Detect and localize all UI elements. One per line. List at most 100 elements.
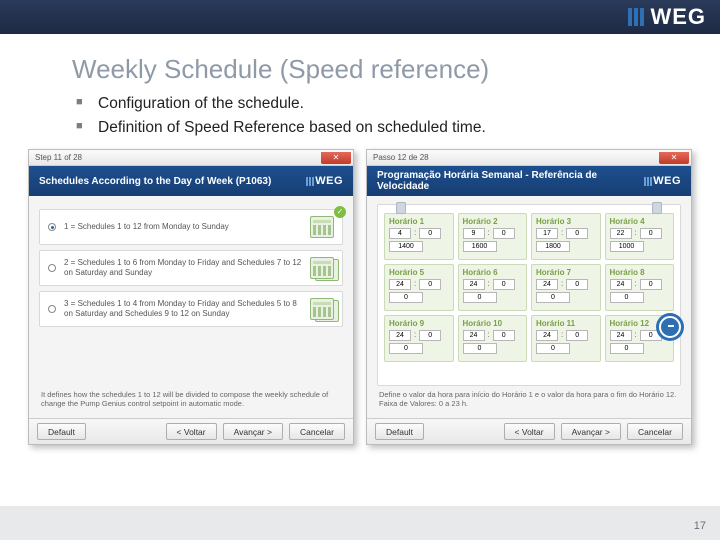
minute-input[interactable] bbox=[493, 279, 515, 290]
hour-input[interactable] bbox=[536, 279, 558, 290]
back-button[interactable]: < Voltar bbox=[166, 423, 217, 440]
minute-input[interactable] bbox=[419, 279, 441, 290]
reference-input[interactable] bbox=[463, 292, 497, 303]
minute-input[interactable] bbox=[419, 330, 441, 341]
colon: : bbox=[560, 279, 564, 290]
colon: : bbox=[634, 279, 638, 290]
slot-header: Horário 1 bbox=[389, 217, 449, 226]
colon: : bbox=[634, 228, 638, 239]
reference-input[interactable] bbox=[610, 292, 644, 303]
reference-input[interactable] bbox=[610, 241, 644, 252]
slot-header: Horário 6 bbox=[463, 268, 523, 277]
reference-input[interactable] bbox=[536, 241, 570, 252]
colon: : bbox=[413, 330, 417, 341]
wizard-window-left: Step 11 of 28 ✕ Schedules According to t… bbox=[28, 149, 354, 445]
slot-header: Horário 11 bbox=[536, 319, 596, 328]
hint-text: Define o valor da hora para início do Ho… bbox=[377, 386, 681, 410]
reference-input[interactable] bbox=[389, 343, 423, 354]
calendar-icon bbox=[310, 216, 334, 238]
close-icon[interactable]: ✕ bbox=[321, 152, 351, 164]
reference-input[interactable] bbox=[463, 241, 497, 252]
reference-input[interactable] bbox=[389, 241, 423, 252]
time-slot: Horário 3: bbox=[531, 213, 601, 260]
hour-input[interactable] bbox=[389, 279, 411, 290]
colon: : bbox=[487, 330, 491, 341]
radio-icon[interactable] bbox=[48, 264, 56, 272]
ribbon: Programação Horária Semanal - Referência… bbox=[367, 166, 691, 196]
wizard-window-right: Passo 12 de 28 ✕ Programação Horária Sem… bbox=[366, 149, 692, 445]
time-slot: Horário 7: bbox=[531, 264, 601, 311]
schedule-option[interactable]: 2 = Schedules 1 to 6 from Monday to Frid… bbox=[39, 250, 343, 286]
minute-input[interactable] bbox=[640, 228, 662, 239]
check-icon: ✓ bbox=[334, 206, 346, 218]
next-button[interactable]: Avançar > bbox=[223, 423, 283, 440]
minute-input[interactable] bbox=[566, 279, 588, 290]
hour-input[interactable] bbox=[610, 330, 632, 341]
option-text: 1 = Schedules 1 to 12 from Monday to Sun… bbox=[64, 222, 302, 232]
schedule-option[interactable]: 1 = Schedules 1 to 12 from Monday to Sun… bbox=[39, 209, 343, 245]
hour-input[interactable] bbox=[463, 228, 485, 239]
time-slot: Horário 11: bbox=[531, 315, 601, 362]
brand-logo-small: WEG bbox=[306, 175, 343, 187]
time-slot: Horário 6: bbox=[458, 264, 528, 311]
reference-input[interactable] bbox=[536, 292, 570, 303]
calendar-icon bbox=[310, 298, 334, 320]
option-text: 3 = Schedules 1 to 4 from Monday to Frid… bbox=[64, 299, 302, 319]
default-button[interactable]: Default bbox=[37, 423, 86, 440]
bullet-list: Configuration of the schedule. Definitio… bbox=[76, 95, 720, 137]
calendar-icon bbox=[310, 257, 334, 279]
slot-header: Horário 7 bbox=[536, 268, 596, 277]
hint-text: It defines how the schedules 1 to 12 wil… bbox=[39, 386, 343, 410]
reference-input[interactable] bbox=[610, 343, 644, 354]
time-slot: Horário 9: bbox=[384, 315, 454, 362]
schedule-option[interactable]: 3 = Schedules 1 to 4 from Monday to Frid… bbox=[39, 291, 343, 327]
minute-input[interactable] bbox=[493, 228, 515, 239]
hour-input[interactable] bbox=[389, 228, 411, 239]
ribbon: Schedules According to the Day of Week (… bbox=[29, 166, 353, 196]
cancel-button[interactable]: Cancelar bbox=[289, 423, 345, 440]
back-button[interactable]: < Voltar bbox=[504, 423, 555, 440]
slot-header: Horário 9 bbox=[389, 319, 449, 328]
reference-input[interactable] bbox=[536, 343, 570, 354]
time-slot: Horário 1: bbox=[384, 213, 454, 260]
colon: : bbox=[487, 228, 491, 239]
hour-input[interactable] bbox=[463, 330, 485, 341]
reference-input[interactable] bbox=[463, 343, 497, 354]
step-label: Passo 12 de 28 bbox=[373, 153, 429, 162]
radio-icon[interactable] bbox=[48, 305, 56, 313]
minute-input[interactable] bbox=[566, 228, 588, 239]
bullet-item: Configuration of the schedule. bbox=[76, 95, 720, 113]
brand-text: WEG bbox=[650, 4, 706, 30]
hour-input[interactable] bbox=[389, 330, 411, 341]
hour-input[interactable] bbox=[463, 279, 485, 290]
colon: : bbox=[560, 228, 564, 239]
hour-input[interactable] bbox=[536, 330, 558, 341]
window-titlebar: Step 11 of 28 ✕ bbox=[29, 150, 353, 166]
hour-input[interactable] bbox=[610, 279, 632, 290]
option-text: 2 = Schedules 1 to 6 from Monday to Frid… bbox=[64, 258, 302, 278]
minute-input[interactable] bbox=[566, 330, 588, 341]
default-button[interactable]: Default bbox=[375, 423, 424, 440]
colon: : bbox=[634, 330, 638, 341]
colon: : bbox=[413, 228, 417, 239]
colon: : bbox=[560, 330, 564, 341]
slot-header: Horário 4 bbox=[610, 217, 670, 226]
minute-input[interactable] bbox=[640, 279, 662, 290]
weekly-calendar: Horário 1:Horário 2:Horário 3:Horário 4:… bbox=[377, 204, 681, 386]
colon: : bbox=[413, 279, 417, 290]
hour-input[interactable] bbox=[610, 228, 632, 239]
close-icon[interactable]: ✕ bbox=[659, 152, 689, 164]
time-slot: Horário 2: bbox=[458, 213, 528, 260]
brand-logo: WEG bbox=[628, 4, 706, 30]
reference-input[interactable] bbox=[389, 292, 423, 303]
slot-header: Horário 3 bbox=[536, 217, 596, 226]
hour-input[interactable] bbox=[536, 228, 558, 239]
cancel-button[interactable]: Cancelar bbox=[627, 423, 683, 440]
minute-input[interactable] bbox=[493, 330, 515, 341]
bullet-item: Definition of Speed Reference based on s… bbox=[76, 119, 720, 137]
page-title: Weekly Schedule (Speed reference) bbox=[72, 54, 720, 85]
header-bar: WEG bbox=[0, 0, 720, 34]
radio-icon[interactable] bbox=[48, 223, 56, 231]
next-button[interactable]: Avançar > bbox=[561, 423, 621, 440]
minute-input[interactable] bbox=[419, 228, 441, 239]
